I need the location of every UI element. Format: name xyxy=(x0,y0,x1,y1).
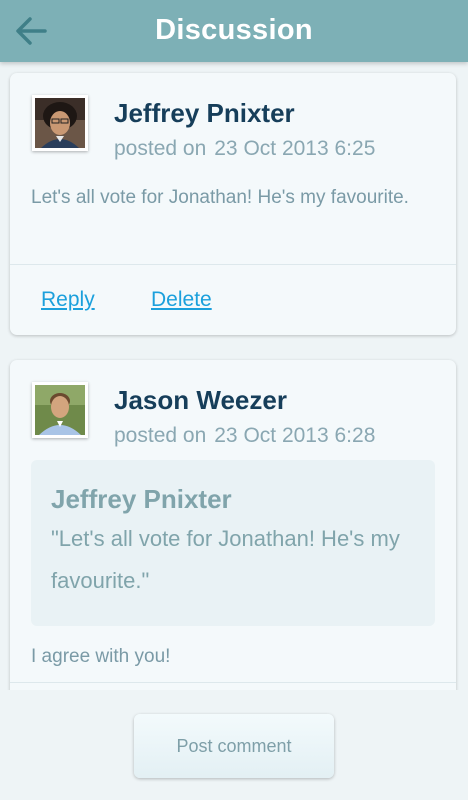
comment-text: I agree with you! xyxy=(31,646,171,667)
author-name: Jeffrey Pnixter xyxy=(114,98,295,128)
comment-text: Let's all vote for Jonathan! He's my fav… xyxy=(31,187,409,208)
post-meta: posted on 23 Oct 2013 6:25 xyxy=(114,137,375,161)
divider xyxy=(10,682,456,683)
user-photo-icon xyxy=(35,385,85,435)
post-meta: posted on 23 Oct 2013 6:28 xyxy=(114,424,375,448)
comment-card: Jason Weezer posted on 23 Oct 2013 6:28 J… xyxy=(10,360,456,690)
quote-author: Jeffrey Pnixter xyxy=(51,484,232,514)
post-date: 23 Oct 2013 6:28 xyxy=(214,424,376,447)
reply-link[interactable]: Reply xyxy=(41,288,95,312)
posted-label: posted on xyxy=(114,137,207,160)
delete-link[interactable]: Delete xyxy=(151,288,212,312)
post-date: 23 Oct 2013 6:25 xyxy=(214,137,376,160)
posted-label: posted on xyxy=(114,424,207,447)
comment-card: Jeffrey Pnixter posted on 23 Oct 2013 6:2… xyxy=(10,73,456,335)
avatar xyxy=(32,95,88,151)
author-name: Jason Weezer xyxy=(114,385,287,415)
divider xyxy=(10,264,456,265)
avatar xyxy=(32,382,88,438)
page-title: Discussion xyxy=(155,14,313,46)
user-photo-icon xyxy=(35,98,85,148)
footer-bar: Post comment xyxy=(0,690,468,800)
quote-text: "Let's all vote for Jonathan! He's my fa… xyxy=(51,526,400,593)
quoted-comment: Jeffrey Pnixter "Let's all vote for Jona… xyxy=(31,460,435,626)
app-header: Discussion xyxy=(0,0,468,62)
discussion-screen: Discussion Jeffrey Pnixter posted on 23 O… xyxy=(0,0,468,800)
comments-list[interactable]: Jeffrey Pnixter posted on 23 Oct 2013 6:2… xyxy=(0,62,468,690)
post-comment-button[interactable]: Post comment xyxy=(134,714,334,778)
